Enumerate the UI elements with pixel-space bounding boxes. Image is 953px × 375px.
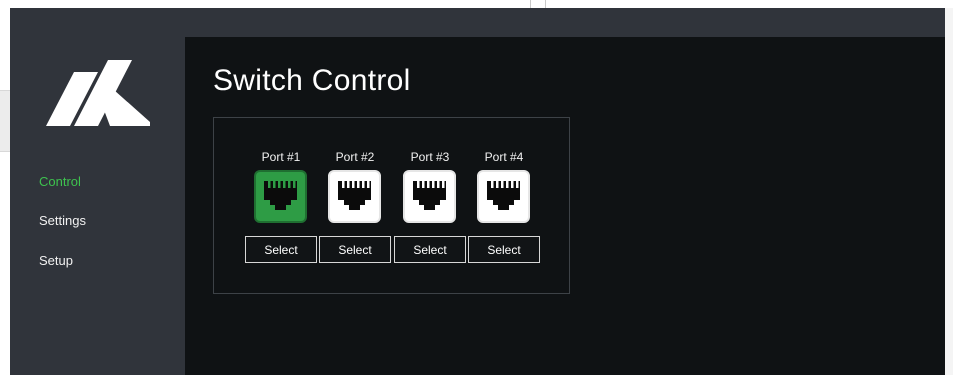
- top-bar: [10, 8, 945, 37]
- background-window-edge: [0, 90, 10, 152]
- main-content: Switch Control Port #1 Select Port #2 Se…: [185, 37, 945, 375]
- select-port-4-button[interactable]: Select: [468, 236, 540, 263]
- port-label: Port #4: [484, 150, 524, 164]
- ethernet-port-icon[interactable]: [254, 170, 307, 223]
- port-label: Port #2: [335, 150, 375, 164]
- brand-logo: [46, 60, 150, 126]
- sidebar-item-setup[interactable]: Setup: [39, 253, 73, 268]
- port-card-3: Port #3 Select: [394, 118, 466, 295]
- port-panel: Port #1 Select Port #2 Select Port #3 Se…: [213, 117, 570, 294]
- port-card-4: Port #4 Select: [468, 118, 540, 295]
- port-card-1: Port #1 Select: [245, 118, 317, 295]
- port-card-2: Port #2 Select: [319, 118, 391, 295]
- sidebar: Control Settings Setup: [10, 37, 185, 375]
- select-port-1-button[interactable]: Select: [245, 236, 317, 263]
- port-label: Port #3: [410, 150, 450, 164]
- sidebar-item-control[interactable]: Control: [39, 174, 81, 189]
- ethernet-port-icon[interactable]: [477, 170, 530, 223]
- sidebar-item-settings[interactable]: Settings: [39, 213, 86, 228]
- ethernet-port-icon[interactable]: [328, 170, 381, 223]
- ethernet-port-icon[interactable]: [403, 170, 456, 223]
- select-port-3-button[interactable]: Select: [394, 236, 466, 263]
- background-window-edge: [945, 8, 953, 375]
- select-port-2-button[interactable]: Select: [319, 236, 391, 263]
- background-divider: [545, 0, 546, 8]
- page-title: Switch Control: [213, 64, 411, 97]
- app-window: Control Settings Setup Switch Control Po…: [10, 8, 945, 375]
- background-divider: [530, 0, 531, 8]
- port-label: Port #1: [261, 150, 301, 164]
